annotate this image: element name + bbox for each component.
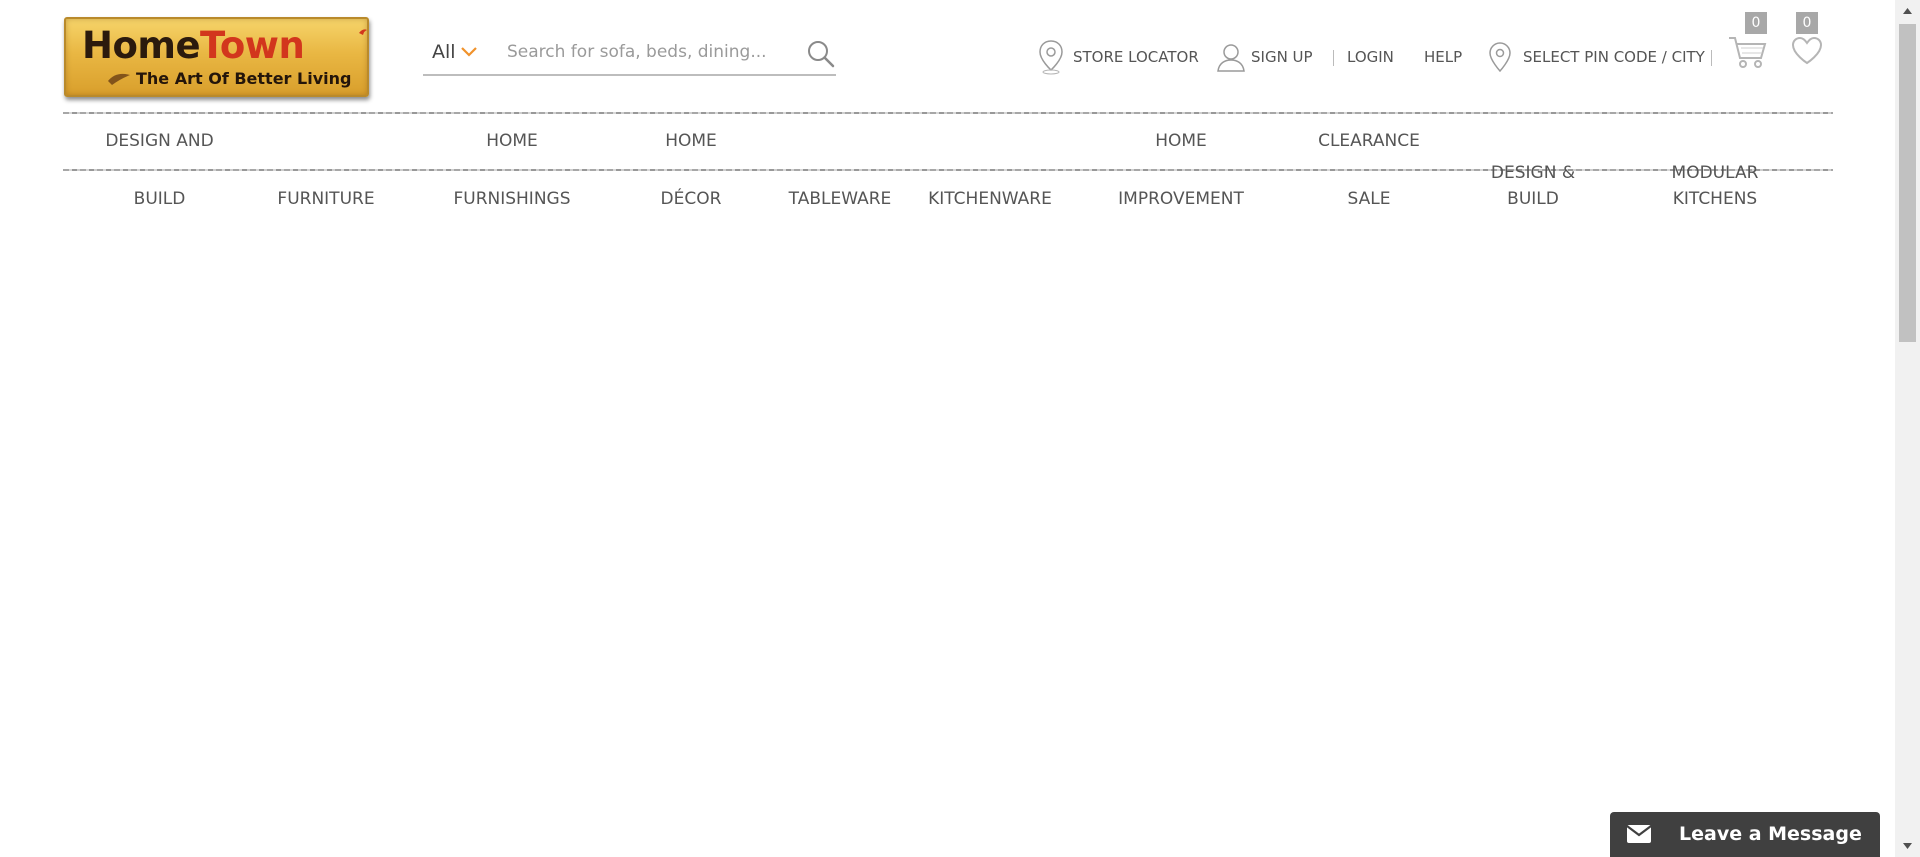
leave-message-button[interactable]: Leave a Message [1610, 812, 1880, 857]
wishlist-count-badge: 0 [1796, 12, 1818, 34]
scroll-up-button[interactable] [1895, 0, 1920, 22]
nav-item-label-line1: CLEARANCE [1318, 131, 1420, 151]
envelope-icon [1626, 825, 1652, 843]
caret-down-icon [1903, 843, 1912, 849]
divider [1333, 50, 1334, 66]
nav-item-label-line1: MODULAR [1671, 163, 1759, 183]
nav-item-label-line2: FURNISHINGS [453, 189, 571, 209]
nav-item-clearance-sale[interactable]: CLEARANCE SALE [1299, 113, 1439, 223]
caret-up-icon [1903, 8, 1912, 14]
nav-item-label-line1: HOME [486, 131, 538, 151]
nav-item-label-line2: DÉCOR [660, 189, 722, 209]
nav-item-modular-kitchens[interactable]: MODULAR KITCHENS [1655, 113, 1775, 223]
help-label: HELP [1424, 48, 1463, 66]
nav-item-furniture[interactable]: FURNITURE [256, 113, 396, 223]
scroll-thumb[interactable] [1899, 24, 1916, 342]
login-link[interactable]: LOGIN [1347, 40, 1394, 74]
nav-item-home-furnishings[interactable]: HOME FURNISHINGS [433, 113, 591, 223]
pin-code-selector[interactable]: SELECT PIN CODE / CITY [1487, 40, 1705, 74]
help-link[interactable]: HELP [1424, 40, 1462, 74]
logo-bird-icon [359, 29, 367, 35]
nav-item-label-line2: SALE [1347, 189, 1391, 209]
cart-count-badge: 0 [1745, 12, 1767, 34]
nav-item-home-improvement[interactable]: HOME IMPROVEMENT [1097, 113, 1265, 223]
nav-item-label-line2: KITCHENS [1672, 189, 1758, 209]
store-locator-link[interactable]: STORE LOCATOR [1037, 40, 1199, 75]
divider [1711, 50, 1712, 66]
sign-up-link[interactable]: SIGN UP [1215, 40, 1313, 74]
store-locator-label: STORE LOCATOR [1073, 48, 1199, 66]
location-pin-icon [1489, 42, 1511, 73]
cart-icon [1729, 37, 1767, 68]
nav-item-label-line2: BUILD [1507, 189, 1559, 209]
nav-item-label-line2: BUILD [133, 189, 186, 209]
wishlist-button[interactable]: 0 [1790, 12, 1826, 72]
nav-item-design-and-build[interactable]: DESIGN AND BUILD [63, 113, 256, 223]
nav-item-label-line1: DESIGN & [1490, 163, 1576, 183]
pin-code-label: SELECT PIN CODE / CITY [1523, 48, 1705, 66]
nav-item-label-line2: FURNITURE [277, 189, 375, 209]
nav-item-home-decor[interactable]: HOME DÉCOR [621, 113, 761, 223]
nav-item-label-line1: DESIGN AND [105, 131, 214, 151]
nav-item-label-line1: HOME [665, 131, 717, 151]
map-pin-icon [1039, 40, 1063, 75]
heart-icon [1791, 36, 1823, 65]
nav-item-label-line2: IMPROVEMENT [1118, 189, 1244, 209]
vertical-scrollbar[interactable] [1895, 0, 1920, 857]
cart-button[interactable]: 0 [1727, 12, 1771, 72]
sign-up-label: SIGN UP [1251, 48, 1313, 66]
nav-item-design-build[interactable]: DESIGN & BUILD [1475, 113, 1591, 223]
scroll-down-button[interactable] [1895, 835, 1920, 857]
top-links: STORE LOCATOR SIGN UP LOGIN HELP SELECT … [0, 40, 1895, 75]
site-header: HomeTown The Art Of Better Living All Se… [0, 0, 1895, 112]
main-nav: DESIGN AND BUILD FURNITURE HOME FURNISHI… [63, 113, 1833, 223]
nav-item-label-line2: TABLEWARE [788, 189, 892, 209]
nav-item-kitchenware[interactable]: KITCHENWARE [910, 113, 1070, 223]
nav-item-tableware[interactable]: TABLEWARE [765, 113, 915, 223]
login-label: LOGIN [1347, 48, 1394, 66]
user-icon [1217, 44, 1245, 72]
nav-item-label-line2: KITCHENWARE [928, 189, 1052, 209]
nav-item-label-line1: HOME [1155, 131, 1207, 151]
leave-message-label: Leave a Message [1679, 823, 1862, 845]
